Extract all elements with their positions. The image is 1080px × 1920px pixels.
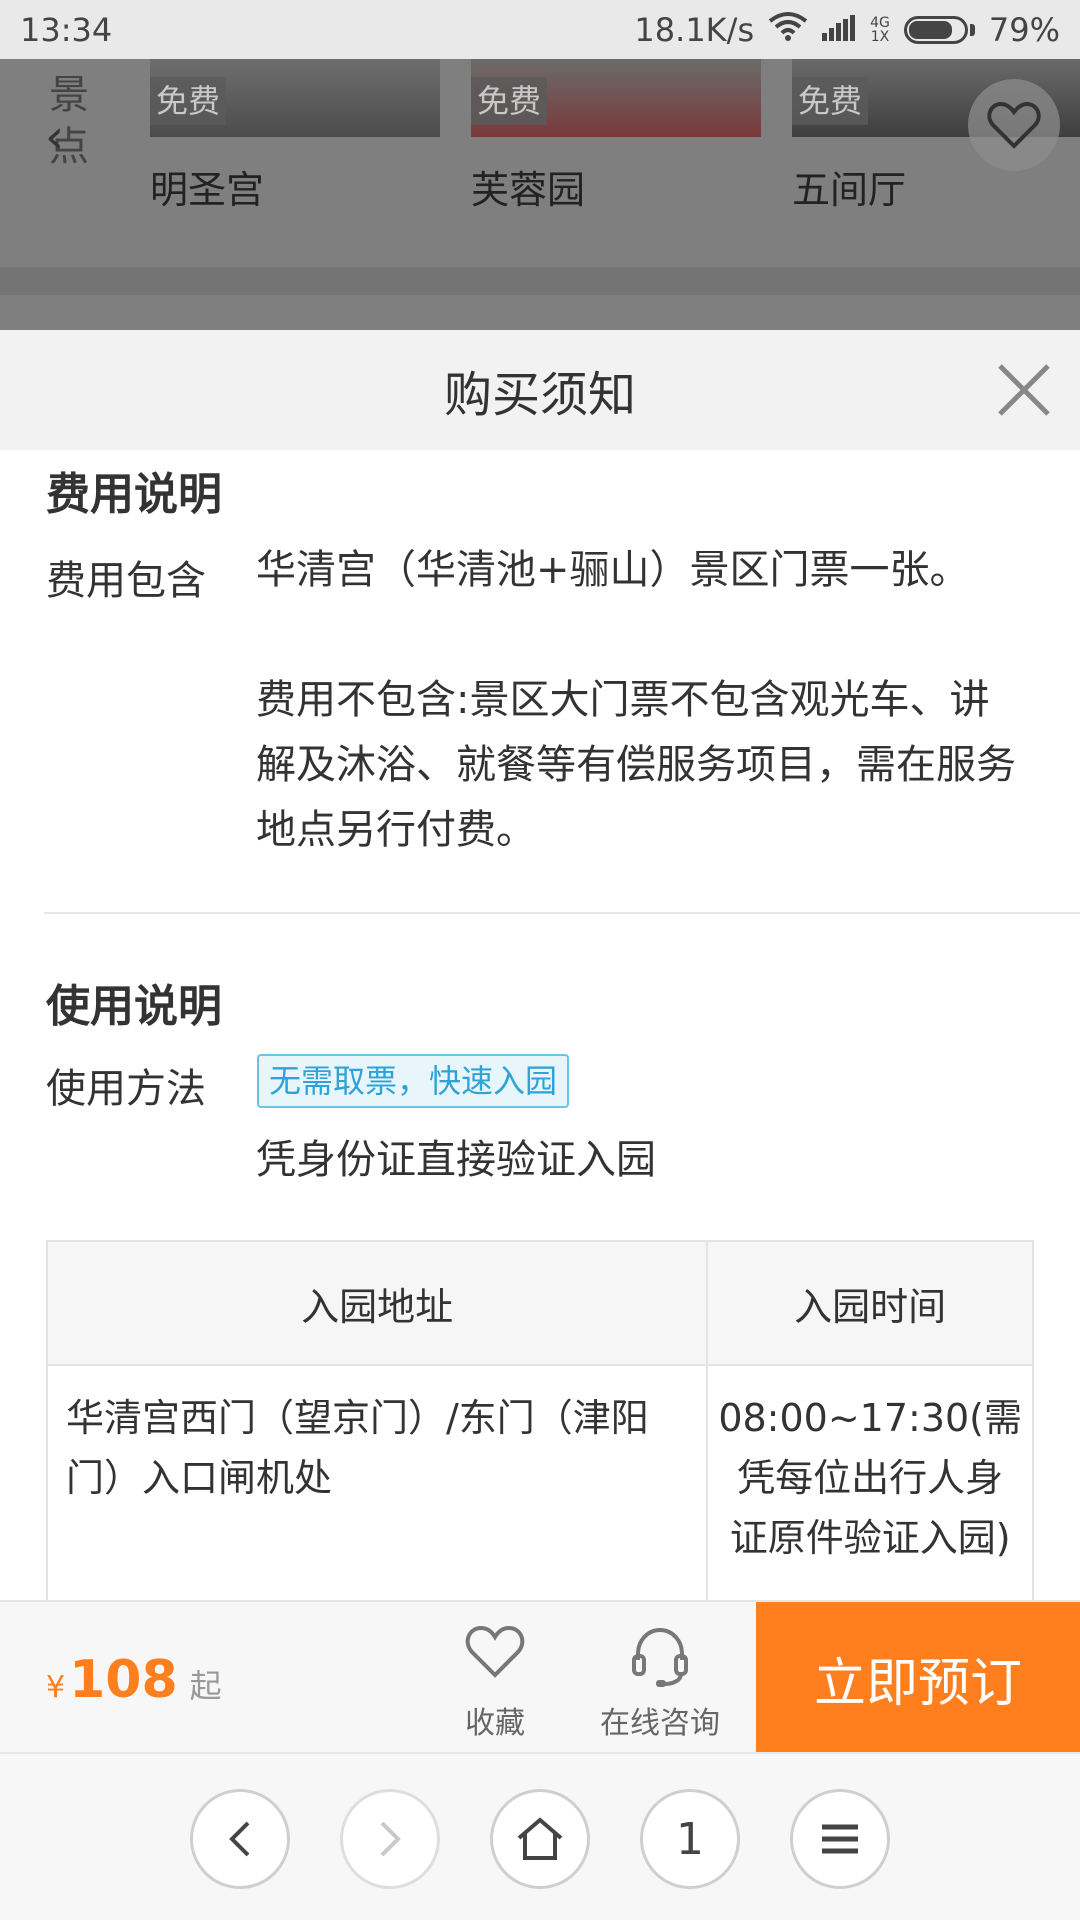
menu-button[interactable] [790,1789,890,1889]
price-value: 108 [69,1650,178,1710]
chevron-right-icon [380,1821,401,1857]
scenic-name: 芙蓉园 [471,168,586,212]
booking-bar: ¥ 108 起 收藏 在线咨询 立即预订 [0,1600,1080,1754]
usage-section-title: 使用说明 [46,981,222,1032]
scenic-image: 免费 [471,59,761,137]
favorite-label: 收藏 [465,1706,525,1741]
price: ¥ 108 起 [46,1650,222,1710]
status-time: 13:34 [20,10,113,49]
forward-button[interactable] [340,1789,440,1889]
book-now-button[interactable]: 立即预订 [756,1602,1080,1754]
tabs-button[interactable]: 1 [640,1789,740,1889]
scenic-name: 五间厅 [792,168,907,212]
scenic-image: 免费 [150,59,440,137]
free-badge: 免费 [471,77,548,125]
fee-included-label: 费用包含 [46,558,206,604]
purchase-notice-header: 购买须知 [0,330,1080,450]
scenic-card-2[interactable]: 免费 芙蓉园 [471,59,761,214]
entry-time: 08:00~17:30(需凭每位出行人身证原件验证入园) [706,1364,1034,1600]
menu-icon [822,1824,858,1854]
entry-address: 华清宫西门（望京门）/东门（津阳门）入口闸机处 [45,1364,709,1600]
browser-nav-bar: 1 [0,1752,1080,1920]
back-button[interactable] [190,1789,290,1889]
free-badge: 免费 [150,77,227,125]
fee-included-text: 华清宫（华清池+骊山）景区门票一张。 [256,547,970,593]
scenic-card-1[interactable]: 免费 明圣宫 [150,59,440,214]
favorite-button[interactable]: 收藏 [445,1624,545,1742]
tab-count: 1 [676,1813,704,1865]
heart-icon [465,1625,525,1678]
wifi-icon [768,11,808,49]
usage-method-label: 使用方法 [46,1066,206,1112]
background-divider-band [0,267,1080,295]
fee-section-title: 费用说明 [46,469,222,520]
battery-percent: 79% [988,10,1060,49]
close-icon [998,364,1050,416]
home-button[interactable] [490,1789,590,1889]
online-consult-button[interactable]: 在线咨询 [590,1624,730,1742]
status-indicators: 18.1K/s 4G 1X 79% [634,11,1060,49]
network-speed: 18.1K/s [634,10,755,49]
purchase-notice-body[interactable]: 费用说明 费用包含 华清宫（华清池+骊山）景区门票一张。 费用不包含:景区大门票… [0,450,1080,1600]
background-page-overlay[interactable]: 景 点 ‹ 免费 明圣宫 免费 芙蓉园 免费 五间厅 [0,59,1080,330]
close-button[interactable] [996,362,1052,418]
section-divider [44,912,1080,914]
headset-icon [632,1627,688,1687]
consult-label: 在线咨询 [600,1706,720,1741]
usage-method-desc: 凭身份证直接验证入园 [256,1137,656,1183]
entry-info-table: 入园地址 入园时间 华清宫西门（望京门）/东门（津阳门）入口闸机处 08:00~… [45,1240,1034,1600]
scenic-name: 明圣宫 [150,168,265,212]
free-badge: 免费 [792,77,869,125]
favorite-heart-button[interactable] [968,79,1060,171]
table-header-row: 入园地址 入园时间 [45,1240,1034,1366]
table-row: 华清宫西门（望京门）/东门（津阳门）入口闸机处 08:00~17:30(需凭每位… [45,1364,1034,1600]
chevron-left-icon [229,1821,250,1857]
chevron-left-icon: ‹ [45,109,65,165]
status-bar: 13:34 18.1K/s 4G 1X 79% [0,0,1080,59]
column-header-address: 入园地址 [45,1240,709,1366]
currency-symbol: ¥ [46,1670,66,1705]
signal-icon [822,11,856,49]
no-ticket-tag: 无需取票，快速入园 [257,1054,570,1108]
battery-icon [903,15,975,44]
price-suffix: 起 [189,1667,222,1705]
heart-icon [987,101,1041,149]
sheet-title: 购买须知 [443,367,636,423]
fee-excluded-text: 费用不包含:景区大门票不包含观光车、讲解及沐浴、就餐等有偿服务项目，需在服务地点… [256,677,1016,853]
home-icon [517,1817,563,1860]
network-type: 4G 1X [870,14,890,45]
column-header-time: 入园时间 [706,1240,1034,1366]
